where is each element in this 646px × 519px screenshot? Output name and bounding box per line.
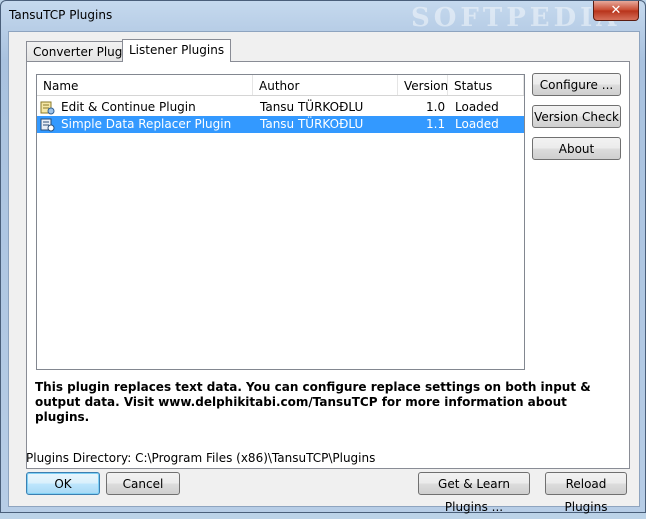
column-version[interactable]: Version <box>398 75 448 95</box>
plugins-window: TansuTCP Plugins SOFTPEDIA ✕ Converter P… <box>0 0 646 514</box>
version-check-button[interactable]: Version Check <box>532 105 621 128</box>
plugin-status: Loaded <box>455 117 499 131</box>
plugin-author: Tansu TÜRKOĐLU <box>260 117 364 131</box>
plugin-version: 1.0 <box>426 100 446 114</box>
get-learn-plugins-button[interactable]: Get & Learn Plugins ... <box>418 472 530 514</box>
cancel-button[interactable]: Cancel <box>106 472 180 495</box>
about-button[interactable]: About <box>532 137 621 160</box>
list-item[interactable]: Simple Data Replacer Plugin Tansu TÜRKOĐ… <box>37 116 524 133</box>
list-item[interactable]: Edit & Continue Plugin Tansu TÜRKOĐLU 1.… <box>37 99 524 116</box>
column-author[interactable]: Author <box>253 75 398 95</box>
window-title: TansuTCP Plugins <box>9 8 113 22</box>
column-name[interactable]: Name <box>37 75 253 95</box>
tab-label: Listener Plugins <box>129 43 225 57</box>
configure-button[interactable]: Configure ... <box>532 73 621 96</box>
column-status[interactable]: Status <box>448 75 524 95</box>
listener-plugins-panel: Name Author Version Status Edit & Contin… <box>26 61 630 469</box>
reload-plugins-button[interactable]: Reload Plugins <box>545 472 627 514</box>
plugins-list[interactable]: Name Author Version Status Edit & Contin… <box>36 74 525 370</box>
plugin-status: Loaded <box>455 100 499 114</box>
plugin-icon <box>40 118 55 132</box>
plugin-name: Simple Data Replacer Plugin <box>61 117 232 131</box>
plugin-description: This plugin replaces text data. You can … <box>35 380 591 424</box>
plugin-name: Edit & Continue Plugin <box>61 100 196 114</box>
plugin-icon <box>40 101 55 115</box>
ok-button[interactable]: OK <box>26 472 100 495</box>
watermark: SOFTPEDIA <box>411 3 621 33</box>
close-icon: ✕ <box>610 3 622 18</box>
dialog-client-area: Converter Plugins Listener Plugins Name … <box>8 31 640 514</box>
list-header: Name Author Version Status <box>37 75 524 96</box>
plugin-author: Tansu TÜRKOĐLU <box>260 100 364 114</box>
plugins-directory: Plugins Directory: C:\Program Files (x86… <box>26 451 376 465</box>
tab-listener-plugins[interactable]: Listener Plugins <box>122 39 232 62</box>
close-button[interactable]: ✕ <box>593 1 639 21</box>
plugin-version: 1.1 <box>426 117 446 131</box>
title-bar[interactable]: TansuTCP Plugins SOFTPEDIA ✕ <box>1 1 645 33</box>
